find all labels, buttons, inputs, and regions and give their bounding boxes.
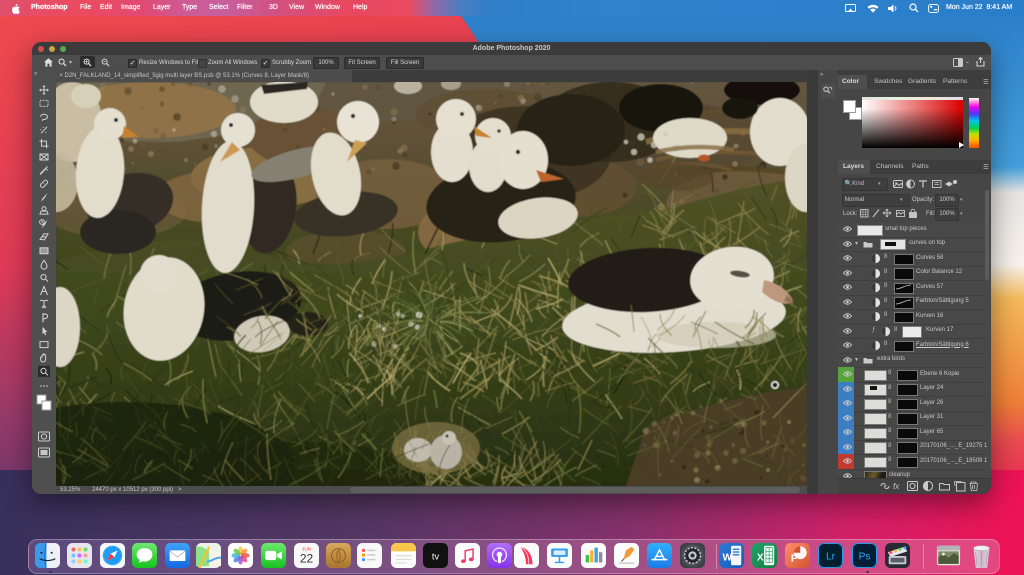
svg-text:tv: tv xyxy=(431,552,439,562)
svg-text:fx: fx xyxy=(893,482,900,491)
svg-text:Lr: Lr xyxy=(825,552,835,563)
svg-text:Ps: Ps xyxy=(858,552,870,563)
svg-text:P: P xyxy=(790,554,797,565)
svg-text:W: W xyxy=(722,553,732,564)
svg-text:22: 22 xyxy=(299,551,313,565)
svg-text:X: X xyxy=(756,553,763,564)
